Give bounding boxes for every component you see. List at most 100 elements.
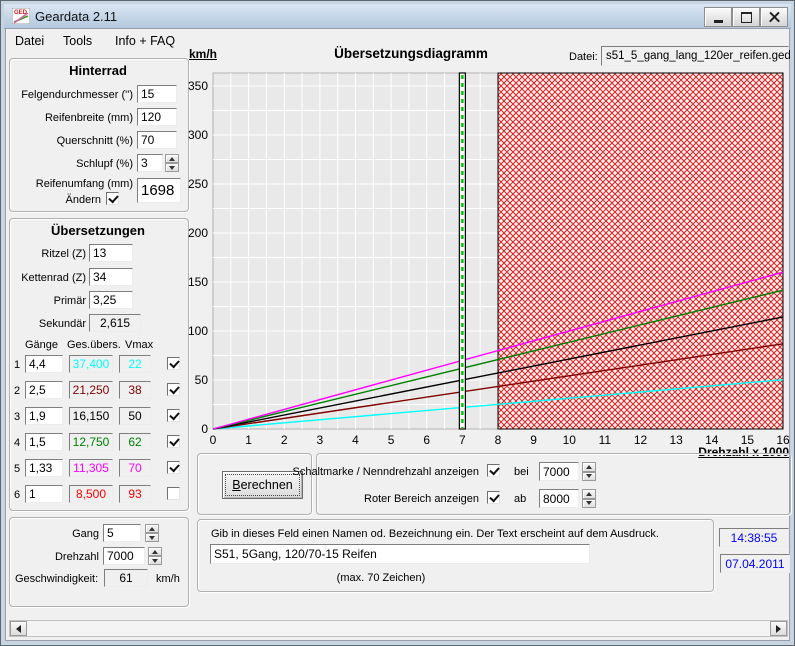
- spin-up-button[interactable]: [148, 547, 162, 556]
- primaer-label: Primär: [11, 295, 86, 307]
- gang-input[interactable]: [103, 524, 141, 542]
- datei-label: Datei:: [569, 51, 598, 63]
- datei-filename: s51_5_gang_lang_120er_reifen.ged: [601, 46, 789, 66]
- primaer-input[interactable]: [89, 291, 133, 309]
- gear-1-vmax: 22: [119, 355, 151, 373]
- querschnitt-label: Querschnitt (%): [11, 135, 133, 147]
- gear-1-input[interactable]: [25, 355, 63, 373]
- roter-bereich-drehzahl-input[interactable]: [539, 489, 579, 508]
- reifenbreite-input[interactable]: [137, 108, 177, 126]
- gear-row-num: 2: [14, 385, 20, 397]
- gear-1-checkbox[interactable]: [167, 357, 180, 370]
- gear-6-checkbox[interactable]: [167, 487, 180, 500]
- arrow-up-icon: [149, 527, 155, 531]
- gear-4-ratio: 12,750: [69, 433, 113, 451]
- arrow-down-icon: [169, 166, 175, 170]
- gang-spinner[interactable]: [145, 524, 159, 542]
- reifenumfang-label: Reifenumfang (mm): [11, 178, 133, 190]
- querschnitt-input[interactable]: [137, 131, 177, 149]
- col-gaenge: Gänge: [25, 339, 58, 351]
- gear-2-ratio: 21,250: [69, 381, 113, 399]
- svg-text:4: 4: [352, 433, 359, 447]
- svg-text:100: 100: [188, 324, 208, 338]
- felgendurchmesser-input[interactable]: [137, 85, 177, 103]
- svg-text:200: 200: [188, 226, 208, 240]
- gear-3-ratio: 16,150: [69, 407, 113, 425]
- geschwindigkeit-unit: km/h: [156, 573, 180, 585]
- time-display: 14:38:55: [719, 528, 789, 547]
- app-logo-icon: GED: [12, 8, 30, 24]
- spin-down-button[interactable]: [148, 556, 162, 565]
- svg-text:2: 2: [281, 433, 288, 447]
- menu-tools[interactable]: Tools: [59, 32, 96, 50]
- ritzel-label: Ritzel (Z): [11, 248, 86, 260]
- gear-4-input[interactable]: [25, 433, 63, 451]
- kettenrad-input[interactable]: [89, 268, 133, 286]
- schaltmarke-checkbox[interactable]: [487, 464, 500, 477]
- schlupf-input[interactable]: [137, 154, 163, 172]
- spin-down-button[interactable]: [145, 533, 159, 542]
- gear-3-input[interactable]: [25, 407, 63, 425]
- gear-row-num: 6: [14, 489, 20, 501]
- spin-down-button[interactable]: [582, 472, 596, 482]
- svg-text:0: 0: [210, 433, 217, 447]
- gear-4-checkbox[interactable]: [167, 435, 180, 448]
- gear-5-checkbox[interactable]: [167, 461, 180, 474]
- spin-up-button[interactable]: [582, 462, 596, 472]
- maximize-button[interactable]: [732, 7, 760, 27]
- arrow-down-icon: [586, 474, 592, 478]
- close-button[interactable]: [760, 7, 788, 27]
- gear-6-vmax: 93: [119, 485, 151, 503]
- horizontal-scrollbar[interactable]: [9, 620, 788, 637]
- svg-text:300: 300: [188, 128, 208, 142]
- menu-datei[interactable]: Datei: [11, 32, 48, 50]
- arrow-up-icon: [169, 157, 175, 161]
- roter-bereich-spinner[interactable]: [582, 489, 596, 508]
- schaltmarke-label: Schaltmarke / Nenndrehzahl anzeigen: [281, 466, 479, 478]
- spin-up-button[interactable]: [145, 524, 159, 533]
- spin-up-button[interactable]: [165, 154, 179, 163]
- svg-text:5: 5: [388, 433, 395, 447]
- svg-text:12: 12: [634, 433, 648, 447]
- gear-4-vmax: 62: [119, 433, 151, 451]
- close-icon: [769, 12, 780, 23]
- schlupf-spinner[interactable]: [165, 154, 179, 172]
- app-window: GED Geardata 2.11 Datei Tools Info + FAQ…: [0, 0, 795, 646]
- schaltmarke-spinner[interactable]: [582, 462, 596, 481]
- gear-6-input[interactable]: [25, 485, 63, 503]
- ritzel-input[interactable]: [89, 244, 133, 262]
- gear-3-checkbox[interactable]: [167, 409, 180, 422]
- spin-up-button[interactable]: [582, 489, 596, 499]
- scroll-right-button[interactable]: [770, 621, 787, 636]
- drehzahl-input[interactable]: [103, 547, 145, 565]
- uebersetzungs-chart: 0123456789101112131415160501001502002503…: [186, 65, 791, 449]
- roter-bereich-checkbox[interactable]: [487, 491, 500, 504]
- drucktext-input[interactable]: [210, 544, 590, 564]
- svg-text:8: 8: [495, 433, 502, 447]
- drehzahl-spinner[interactable]: [148, 547, 162, 565]
- gear-2-input[interactable]: [25, 381, 63, 399]
- gear-5-input[interactable]: [25, 459, 63, 477]
- gear-row-num: 1: [14, 359, 20, 371]
- minimize-icon: [714, 20, 723, 23]
- svg-text:3: 3: [317, 433, 324, 447]
- svg-text:1: 1: [245, 433, 252, 447]
- title-bar[interactable]: GED Geardata 2.11: [4, 4, 791, 29]
- gear-row-num: 5: [14, 463, 20, 475]
- svg-text:10: 10: [563, 433, 577, 447]
- aendern-checkbox[interactable]: [106, 192, 119, 205]
- maximize-icon: [741, 12, 752, 23]
- reifenumfang-input[interactable]: [137, 178, 181, 203]
- arrow-down-icon: [152, 559, 158, 563]
- schaltmarke-drehzahl-input[interactable]: [539, 462, 579, 481]
- scroll-left-button[interactable]: [10, 621, 27, 636]
- spin-down-button[interactable]: [165, 163, 179, 172]
- menu-info-faq[interactable]: Info + FAQ: [111, 32, 179, 50]
- gear-2-checkbox[interactable]: [167, 383, 180, 396]
- arrow-right-icon: [776, 625, 781, 633]
- spin-down-button[interactable]: [582, 499, 596, 509]
- minimize-button[interactable]: [704, 7, 732, 27]
- y-axis-title: km/h: [189, 47, 217, 61]
- bei-label: bei: [514, 466, 529, 478]
- gear-5-vmax: 70: [119, 459, 151, 477]
